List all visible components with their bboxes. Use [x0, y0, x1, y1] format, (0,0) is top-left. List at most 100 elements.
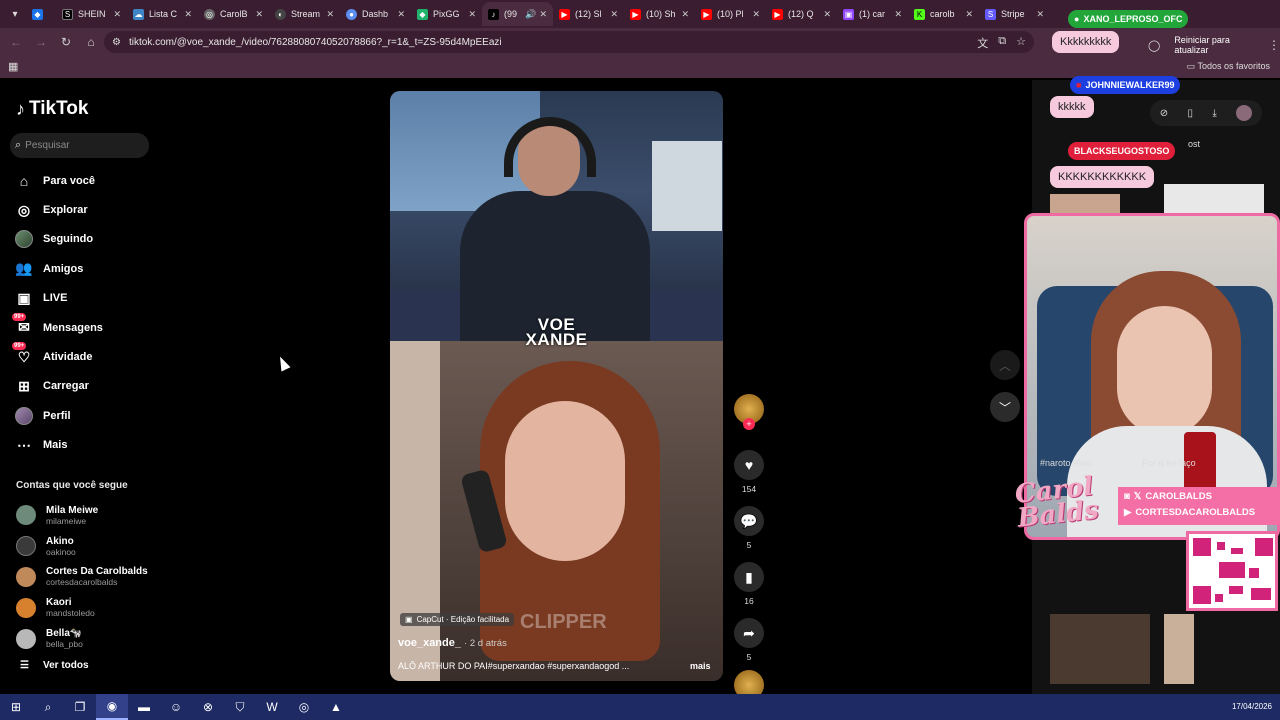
browser-tab-10[interactable]: ▶ (10) Pl ✕: [695, 2, 766, 26]
browser-tab-0[interactable]: ◆: [26, 2, 56, 26]
video-thumbnail[interactable]: [1164, 614, 1194, 684]
task-view-icon[interactable]: ❐: [64, 694, 96, 720]
close-icon[interactable]: ✕: [965, 9, 973, 20]
bookmark-star-icon[interactable]: ☆: [1016, 35, 1026, 51]
following-item[interactable]: Mila Meiwe milameiwe: [16, 500, 166, 531]
video-overlay-title: VOE XANDE: [525, 315, 588, 349]
close-icon[interactable]: ✕: [326, 9, 334, 20]
browser-tab-4[interactable]: ◐ Stream ✕: [269, 2, 340, 26]
word-icon[interactable]: W: [256, 694, 288, 720]
search-input[interactable]: ⌕ Pesquisar: [10, 133, 149, 158]
like-button[interactable]: ♥: [734, 450, 764, 480]
bookmarks-bar: ▦ ▭ Todos os favoritos: [0, 56, 1280, 78]
sidebar-item-mensagens[interactable]: ✉ 99+ Mensagens: [12, 312, 164, 342]
video-player[interactable]: VOE XANDE CLIPPER ▣ CapCut · Edição facili…: [390, 91, 723, 681]
obs-icon[interactable]: ◎: [288, 694, 320, 720]
sidebar-item-live[interactable]: ▣ LIVE: [14, 284, 164, 313]
all-favorites-link[interactable]: ▭ Todos os favoritos: [1187, 61, 1270, 72]
browser-tab-14[interactable]: S Stripe ✕: [979, 2, 1050, 26]
caption-more-button[interactable]: mais: [690, 661, 711, 671]
close-icon[interactable]: ✕: [681, 9, 689, 20]
apps-grid-icon[interactable]: ▦: [8, 60, 18, 73]
following-item[interactable]: Bella🐄 bella_pbo: [16, 623, 166, 654]
close-icon[interactable]: ✕: [610, 9, 618, 20]
follow-plus-icon[interactable]: +: [743, 418, 755, 430]
tab-search-icon[interactable]: ▾: [4, 3, 26, 25]
close-icon[interactable]: ✕: [539, 9, 547, 20]
discord-icon[interactable]: ☺: [160, 694, 192, 720]
close-icon[interactable]: ✕: [468, 9, 476, 20]
comment-button[interactable]: 💬: [734, 506, 764, 536]
security-shield-icon[interactable]: ⛉: [224, 694, 256, 720]
site-info-icon[interactable]: ⚙: [112, 37, 121, 48]
forward-icon[interactable]: →: [29, 30, 53, 54]
download-icon[interactable]: ⤓: [1212, 108, 1216, 119]
search-icon[interactable]: ⌕: [32, 694, 64, 720]
following-item[interactable]: Kaori mandstoledo: [16, 592, 166, 623]
close-icon[interactable]: ✕: [113, 9, 121, 20]
sidebar-item-explorar[interactable]: ◎ Explorar: [14, 195, 164, 224]
video-author[interactable]: voe_xande_ · 2 d atrás: [398, 637, 507, 649]
browser-tab-11[interactable]: ▶ (12) Q ✕: [766, 2, 837, 26]
close-icon[interactable]: ✕: [184, 9, 192, 20]
compass-icon[interactable]: ⊘: [1160, 108, 1168, 119]
next-video-button[interactable]: ﹀: [990, 392, 1020, 422]
tiktok-note-icon: ♪: [16, 98, 25, 119]
start-icon[interactable]: ⊞: [0, 694, 32, 720]
tiktok-logo[interactable]: ♪ TikTok: [16, 98, 88, 120]
dashboard-icon: ●: [346, 8, 357, 20]
see-all-link[interactable]: ☰ Ver todos: [20, 660, 89, 671]
video-thumbnail[interactable]: [1050, 614, 1150, 684]
browser-tab-1[interactable]: S SHEIN ✕: [56, 2, 127, 26]
previous-video-button[interactable]: ︿: [990, 350, 1020, 380]
chrome-icon[interactable]: ◉: [96, 694, 128, 720]
sidebar-item-carregar[interactable]: ⊞ Carregar: [14, 372, 164, 401]
sidebar-item-seguindo[interactable]: Seguindo: [14, 225, 164, 254]
back-icon[interactable]: ←: [4, 30, 28, 54]
file-explorer-icon[interactable]: ▬: [128, 694, 160, 720]
browser-tab-6[interactable]: ◆ PixGG ✕: [411, 2, 482, 26]
sidebar-item-para-voce[interactable]: ⌂ Para você: [14, 166, 164, 195]
creator-avatar[interactable]: +: [734, 394, 764, 430]
user-avatar-icon[interactable]: [1236, 105, 1253, 121]
translate-icon[interactable]: 文: [977, 35, 988, 51]
restart-to-update-button[interactable]: Reiniciar para atualizar: [1168, 32, 1260, 58]
browser-tab-2[interactable]: ☁ Lista C ✕: [127, 2, 198, 26]
sidebar-item-mais[interactable]: ⋯ Mais: [14, 431, 164, 460]
sidebar-item-perfil[interactable]: Perfil: [14, 401, 164, 430]
browser-tab-5[interactable]: ● Dashb ✕: [340, 2, 411, 26]
youtube-icon: ▶: [559, 8, 570, 20]
vlc-icon[interactable]: ▲: [320, 694, 352, 720]
share-button[interactable]: ➦: [734, 618, 764, 648]
install-app-icon[interactable]: ⧉: [998, 35, 1006, 51]
close-icon[interactable]: ✕: [752, 9, 760, 20]
close-icon[interactable]: ✕: [823, 9, 831, 20]
speaker-icon[interactable]: 🔊: [525, 9, 536, 20]
xbox-icon[interactable]: ⊗: [192, 694, 224, 720]
sidebar-item-amigos[interactable]: 👥 Amigos: [14, 254, 164, 283]
right-toolbar: ⊘ ▯ ⤓: [1150, 100, 1262, 126]
browser-tab-9[interactable]: ▶ (10) Sh ✕: [624, 2, 695, 26]
save-button[interactable]: ▮: [734, 562, 764, 592]
browser-tab-12[interactable]: ▣ (1) car ✕: [837, 2, 908, 26]
browser-menu-icon[interactable]: ⋮: [1268, 38, 1280, 52]
profile-icon[interactable]: ◯: [1148, 39, 1160, 52]
reload-icon[interactable]: ↻: [54, 30, 78, 54]
close-icon[interactable]: ✕: [397, 9, 405, 20]
browser-tab-8[interactable]: ▶ (12) Sl ✕: [553, 2, 624, 26]
sidebar-item-atividade[interactable]: ♡ 99+ Atividade: [12, 342, 164, 371]
instagram-icon: ◙: [1124, 491, 1130, 502]
following-item[interactable]: Akino oakinoo: [16, 531, 166, 562]
following-item[interactable]: Cortes Da Carolbalds cortesdacarolbalds: [16, 562, 166, 593]
close-icon[interactable]: ✕: [894, 9, 902, 20]
address-bar[interactable]: ⚙ tiktok.com/@voe_xande_/video/762880807…: [104, 31, 1034, 53]
mobile-icon[interactable]: ▯: [1188, 108, 1194, 119]
browser-tab-3[interactable]: ◎ CarolB ✕: [198, 2, 269, 26]
close-icon[interactable]: ✕: [1036, 9, 1044, 20]
browser-tab-7[interactable]: ♪ (99 🔊 ✕: [482, 2, 553, 26]
home-icon[interactable]: ⌂: [79, 30, 103, 54]
pix-icon: ◆: [417, 8, 428, 20]
browser-tab-13[interactable]: Kcarolb ✕: [908, 2, 979, 26]
close-icon[interactable]: ✕: [255, 9, 263, 20]
capcut-badge[interactable]: ▣ CapCut · Edição facilitada: [400, 613, 515, 626]
